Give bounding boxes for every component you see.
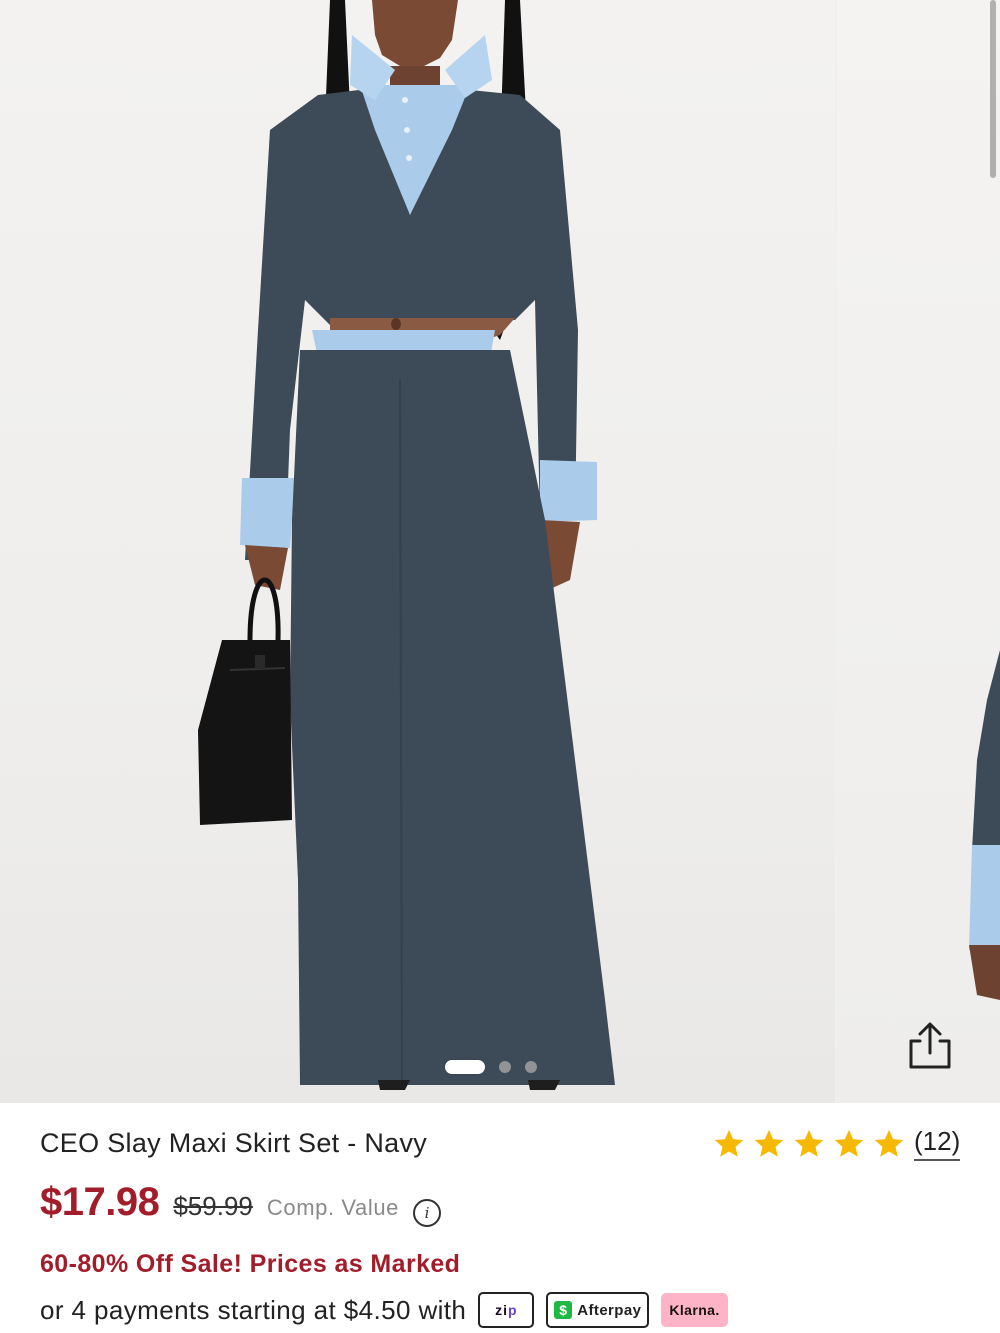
sale-price: $17.98 — [40, 1180, 160, 1224]
scrollbar[interactable] — [990, 0, 996, 178]
carousel-dot[interactable] — [525, 1061, 537, 1073]
comp-value-label: Comp. Value — [266, 1195, 400, 1220]
info-icon[interactable]: i — [413, 1199, 442, 1227]
review-count-link[interactable]: (12) — [914, 1126, 961, 1161]
star-icon — [794, 1129, 824, 1157]
zip-label-a: zi — [495, 1302, 508, 1318]
star-icon — [754, 1129, 784, 1157]
zip-pay-badge[interactable]: zi p — [478, 1292, 535, 1328]
product-image-next[interactable] — [837, 0, 1000, 1103]
model-photo — [198, 0, 615, 1090]
price-row: $17.98 $59.99 Comp. Value i — [40, 1180, 442, 1227]
installment-payments: or 4 payments starting at $4.50 with zi p… — [40, 1292, 728, 1328]
afterpay-dollar-icon: $ — [554, 1301, 573, 1319]
original-price: $59.99 — [173, 1191, 253, 1221]
product-image-gallery[interactable] — [0, 0, 1000, 1103]
product-rating[interactable]: (12) — [712, 1126, 961, 1161]
carousel-indicators[interactable] — [445, 1060, 537, 1074]
product-title: CEO Slay Maxi Skirt Set - Navy — [40, 1128, 428, 1158]
sale-promo-text: 60-80% Off Sale! Prices as Marked — [40, 1250, 461, 1278]
klarna-badge[interactable]: Klarna. — [661, 1293, 728, 1327]
installment-text: or 4 payments starting at $4.50 with — [40, 1294, 467, 1325]
zip-label-b: p — [507, 1302, 518, 1318]
carousel-dot[interactable] — [499, 1061, 511, 1073]
afterpay-badge[interactable]: $ Afterpay — [546, 1292, 650, 1328]
share-icon — [909, 1022, 951, 1069]
carousel-dot-active[interactable] — [445, 1060, 485, 1074]
star-icon — [874, 1129, 904, 1157]
star-icon — [714, 1129, 744, 1157]
star-icon — [834, 1129, 864, 1157]
model-photo-next — [969, 650, 1000, 1000]
product-image-main[interactable] — [0, 0, 835, 1103]
afterpay-label: Afterpay — [577, 1301, 642, 1319]
share-button[interactable] — [900, 1015, 960, 1075]
